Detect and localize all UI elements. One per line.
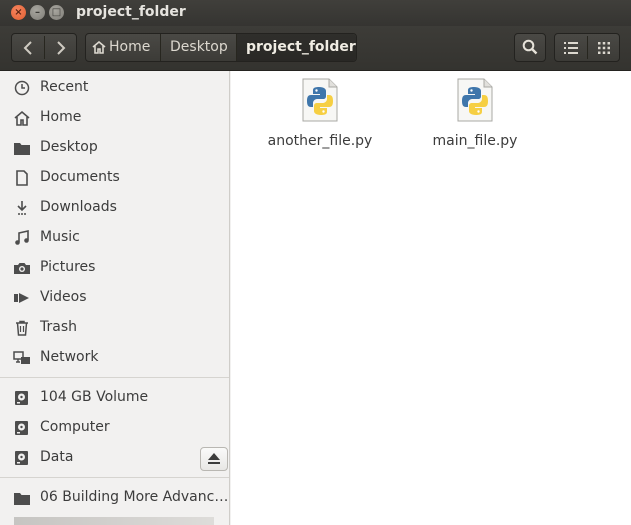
sidebar-item-recent[interactable]: Recent [0,73,229,103]
drive-icon [15,421,28,435]
sidebar-item-downloads[interactable]: Downloads [0,193,229,223]
sidebar-item-label: Network [40,349,99,365]
file-manager-window: × – □ project_folder Home Desktop projec… [0,0,631,525]
search-icon [522,39,538,55]
sidebar-item-label: Recent [40,79,89,95]
breadcrumb-home-label: Home [109,39,151,55]
sidebar-item-label: Videos [40,289,87,305]
sidebar-item-pictures[interactable]: Pictures [0,253,229,283]
home-icon [92,41,106,54]
breadcrumb-current[interactable]: project_folder [236,34,356,61]
python-file-icon [457,78,493,122]
sidebar-item-104gb-volume[interactable]: 104 GB Volume [0,383,229,413]
home-icon [14,110,30,126]
toolbar: Home Desktop project_folder [0,26,631,71]
network-icon [13,351,30,364]
music-icon [15,230,29,245]
list-view-button[interactable] [555,34,587,61]
clock-icon [14,80,30,96]
drive-icon [15,451,28,465]
file-name: main_file.py [432,133,518,149]
trash-icon [16,320,28,336]
sidebar-item-network[interactable]: Network [0,343,229,373]
sidebar-divider [0,377,229,378]
title-bar: × – □ project_folder [0,0,631,26]
python-file-icon [302,78,338,122]
search-button[interactable] [514,33,546,62]
sidebar-item-label: 104 GB Volume [40,389,149,405]
sidebar-item-videos[interactable]: Videos [0,283,229,313]
video-icon [14,293,29,303]
back-button[interactable] [12,34,44,61]
chevron-right-icon [57,41,66,55]
file-view: another_file.py main_file.py [231,71,631,525]
sidebar-item-label: Pictures [40,259,96,275]
sidebar-item-data[interactable]: Data [0,443,229,473]
sidebar-item-music[interactable]: Music [0,223,229,253]
eject-button[interactable] [200,447,228,471]
sidebar-item-trash[interactable]: Trash [0,313,229,343]
sidebar-item-label: Home [40,109,82,125]
grid-view-button[interactable] [588,34,620,61]
sidebar-item-computer[interactable]: Computer [0,413,229,443]
document-icon [16,170,28,186]
sidebar-item-partial [14,517,214,525]
breadcrumb: Home Desktop project_folder [85,33,357,62]
sidebar-divider [0,477,229,478]
chevron-left-icon [23,41,32,55]
file-name: another_file.py [267,133,373,149]
navigation-buttons [11,33,77,62]
folder-icon [14,493,30,505]
eject-icon [208,453,220,464]
forward-button[interactable] [45,34,77,61]
view-buttons [554,33,620,62]
folder-icon [14,143,30,155]
sidebar-item-documents[interactable]: Documents [0,163,229,193]
list-view-icon [564,42,578,54]
sidebar-item-label: Desktop [40,139,98,155]
sidebar-item-label: Music [40,229,80,245]
close-icon[interactable]: × [11,5,26,20]
sidebar-item-bookmark[interactable]: 06 Building More Advanc… [0,483,229,513]
sidebar: Recent Home Desktop Documents Downloads … [0,71,230,525]
sidebar-item-label: 06 Building More Advanc… [40,489,229,505]
file-item[interactable]: main_file.py [410,78,540,158]
file-item[interactable]: another_file.py [255,78,385,158]
sidebar-item-desktop[interactable]: Desktop [0,133,229,163]
breadcrumb-home[interactable]: Home [90,34,160,61]
sidebar-item-label: Computer [40,419,110,435]
sidebar-item-label: Documents [40,169,120,185]
sidebar-item-home[interactable]: Home [0,103,229,133]
sidebar-item-label: Data [40,449,74,465]
drive-icon [15,391,28,405]
window-title: project_folder [76,4,186,20]
sidebar-item-label: Trash [40,319,77,335]
grid-view-icon [598,42,610,54]
maximize-icon[interactable]: □ [49,5,64,20]
download-icon [17,201,27,215]
minimize-icon[interactable]: – [30,5,45,20]
breadcrumb-desktop[interactable]: Desktop [160,34,236,61]
camera-icon [14,263,30,274]
sidebar-item-label: Downloads [40,199,117,215]
